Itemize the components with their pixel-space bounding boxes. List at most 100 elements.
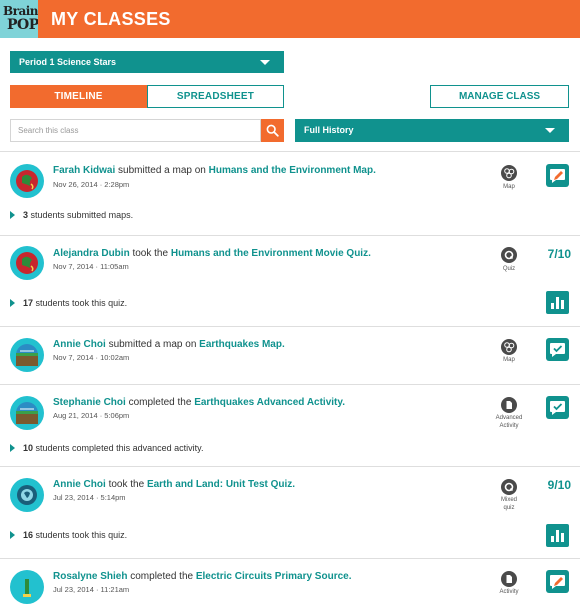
expand-triangle-icon[interactable]	[10, 299, 15, 307]
history-filter-select[interactable]: Full History	[295, 119, 569, 142]
activity-description: Farah Kidwai submitted a map on Humans a…	[53, 165, 376, 176]
student-name-link[interactable]: Annie Choi	[53, 339, 106, 350]
summary-text: students submitted maps.	[30, 210, 134, 220]
bar-chart-icon	[551, 297, 564, 309]
page-title: MY CLASSES	[51, 9, 171, 29]
summary-count: 10	[23, 443, 34, 453]
bar-chart-icon	[551, 530, 564, 542]
expand-triangle-icon[interactable]	[10, 531, 15, 539]
entry-summary[interactable]: 17 students took this quiz.	[10, 298, 127, 308]
activity-type-label: Map	[503, 357, 515, 363]
avatar[interactable]	[10, 396, 44, 430]
activity-icon	[501, 397, 517, 413]
logo-text-pop: POP	[7, 17, 38, 33]
activity-type-label: Quiz	[502, 266, 516, 272]
history-filter-value: Full History	[304, 125, 354, 135]
review-activity-button[interactable]	[546, 570, 569, 593]
app-header: Brain POP MY CLASSES	[0, 0, 580, 38]
quiz-score[interactable]: 7/10	[535, 247, 571, 261]
manage-class-button[interactable]: MANAGE CLASS	[430, 85, 569, 108]
expand-triangle-icon[interactable]	[10, 211, 15, 219]
activity-description: Stephanie Choi completed the Earthquakes…	[53, 397, 345, 408]
type-label-line: Mixed	[500, 497, 517, 503]
student-name-link[interactable]: Rosalyne Shieh	[53, 571, 127, 582]
activity-timestamp: Nov 7, 2014 · 11:05am	[53, 262, 129, 271]
view-results-button[interactable]	[546, 291, 569, 314]
review-map-button[interactable]	[546, 164, 569, 187]
activity-verb: took the	[108, 479, 145, 490]
avatar[interactable]	[10, 338, 44, 372]
item-title-link[interactable]: Earth and Land: Unit Test Quiz.	[147, 479, 295, 490]
summary-count: 17	[23, 298, 34, 308]
activity-type-label: Advanced Activity	[488, 414, 530, 430]
search-button[interactable]	[261, 119, 284, 142]
summary-count: 16	[23, 530, 34, 540]
view-results-button[interactable]	[546, 524, 569, 547]
brainpop-logo[interactable]: Brain POP	[0, 0, 38, 38]
review-activity-button[interactable]	[546, 396, 569, 419]
student-name-link[interactable]: Alejandra Dubin	[53, 248, 130, 259]
activity-verb: took the	[132, 248, 169, 259]
activity-timestamp: Jul 23, 2014 · 11:21am	[53, 585, 130, 594]
divider	[0, 235, 580, 236]
activity-timestamp: Aug 21, 2014 · 5:06pm	[53, 411, 130, 420]
quiz-icon	[501, 479, 517, 495]
expand-triangle-icon[interactable]	[10, 444, 15, 452]
class-select-value: Period 1 Science Stars	[19, 57, 117, 67]
student-name-link[interactable]: Stephanie Choi	[53, 397, 126, 408]
quiz-icon	[501, 247, 517, 263]
activity-type-label: Mixed quiz	[488, 496, 530, 512]
student-name-link[interactable]: Farah Kidwai	[53, 165, 115, 176]
activity-type-label: Activity	[499, 589, 519, 595]
divider	[0, 151, 580, 152]
type-label-line: quiz	[503, 505, 515, 511]
activity-timestamp: Jul 23, 2014 · 5:14pm	[53, 493, 126, 502]
tab-spreadsheet[interactable]: SPREADSHEET	[147, 85, 284, 108]
entry-summary[interactable]: 3 students submitted maps.	[10, 210, 133, 220]
activity-timestamp: Nov 7, 2014 · 10:02am	[53, 353, 130, 362]
avatar[interactable]	[10, 570, 44, 604]
item-title-link[interactable]: Humans and the Environment Map.	[209, 165, 376, 176]
activity-description: Alejandra Dubin took the Humans and the …	[53, 248, 371, 259]
divider	[0, 466, 580, 467]
summary-text: students took this quiz.	[35, 530, 128, 540]
activity-verb: completed the	[128, 397, 192, 408]
item-title-link[interactable]: Earthquakes Map.	[199, 339, 285, 350]
item-title-link[interactable]: Earthquakes Advanced Activity.	[194, 397, 345, 408]
avatar[interactable]	[10, 478, 44, 512]
review-map-button[interactable]	[546, 338, 569, 361]
item-title-link[interactable]: Electric Circuits Primary Source.	[196, 571, 352, 582]
chevron-down-icon	[260, 60, 270, 65]
activity-verb: submitted a map on	[108, 339, 197, 350]
pencil-chat-icon	[550, 169, 565, 183]
search-input[interactable]	[10, 119, 261, 142]
avatar[interactable]	[10, 164, 44, 198]
activity-icon	[501, 571, 517, 587]
summary-count: 3	[23, 210, 29, 220]
divider	[0, 326, 580, 327]
check-chat-icon	[550, 401, 565, 415]
activity-description: Rosalyne Shieh completed the Electric Ci…	[53, 571, 351, 582]
activity-verb: submitted a map on	[118, 165, 206, 176]
logo-text-brain: Brain	[3, 4, 38, 18]
avatar[interactable]	[10, 246, 44, 280]
entry-summary[interactable]: 10 students completed this advanced acti…	[10, 443, 203, 453]
map-icon	[501, 165, 517, 181]
tab-timeline[interactable]: TIMELINE	[10, 85, 147, 108]
student-name-link[interactable]: Annie Choi	[53, 479, 106, 490]
type-label-line: Activity	[499, 423, 519, 429]
map-icon	[501, 339, 517, 355]
search-icon	[266, 124, 279, 137]
check-chat-icon	[550, 343, 565, 357]
summary-text: students completed this advanced activit…	[35, 443, 204, 453]
activity-type-label: Map	[503, 184, 515, 190]
class-select[interactable]: Period 1 Science Stars	[10, 51, 284, 73]
entry-summary[interactable]: 16 students took this quiz.	[10, 530, 127, 540]
divider	[0, 384, 580, 385]
type-label-line: Advanced	[495, 415, 523, 421]
chevron-down-icon	[545, 128, 555, 133]
summary-text: students took this quiz.	[35, 298, 128, 308]
item-title-link[interactable]: Humans and the Environment Movie Quiz.	[171, 248, 371, 259]
quiz-score[interactable]: 9/10	[535, 478, 571, 492]
activity-timestamp: Nov 26, 2014 · 2:28pm	[53, 180, 130, 189]
